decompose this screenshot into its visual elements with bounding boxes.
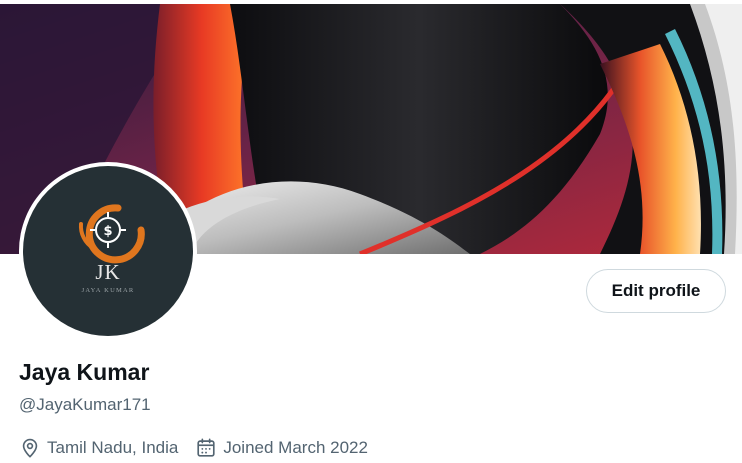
calendar-icon	[195, 437, 217, 459]
location-text: Tamil Nadu, India	[47, 438, 179, 457]
edit-profile-button[interactable]: Edit profile	[586, 269, 726, 313]
profile-meta: Tamil Nadu, India Joined March 2022	[19, 436, 385, 460]
dollar-symbol: $	[103, 224, 112, 239]
joined-item: Joined March 2022	[195, 437, 368, 459]
avatar-name-caption: JAYA KUMAR	[81, 287, 135, 294]
location-pin-icon	[19, 437, 41, 459]
profile-page: $ JK JAYA KUMAR Edit profile Jaya Kumar …	[0, 0, 742, 463]
user-handle: @JayaKumar171	[19, 395, 151, 414]
avatar[interactable]: $ JK JAYA KUMAR	[23, 166, 193, 336]
display-name: Jaya Kumar	[19, 359, 150, 385]
avatar-initials: JK	[95, 260, 121, 284]
avatar-ring[interactable]: $ JK JAYA KUMAR	[19, 162, 197, 340]
jk-logo-icon: $	[78, 204, 145, 264]
joined-date-text: Joined March 2022	[223, 438, 368, 457]
location-item: Tamil Nadu, India	[19, 437, 178, 459]
